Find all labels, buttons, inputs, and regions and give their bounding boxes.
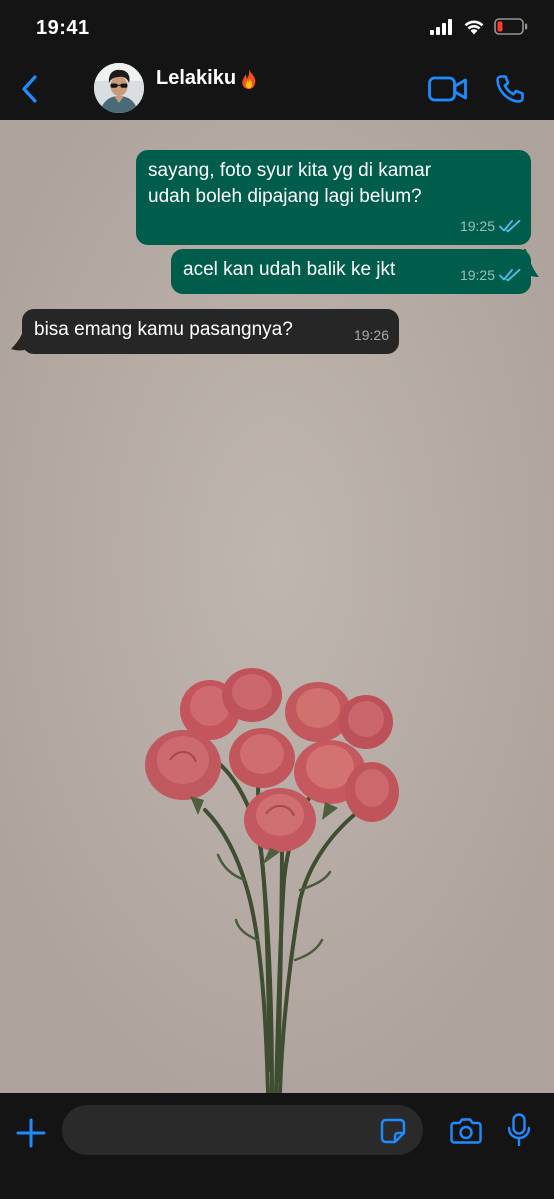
back-button[interactable] bbox=[16, 72, 46, 106]
message-meta: 19:25 bbox=[460, 262, 521, 288]
message-bubble-outgoing[interactable]: sayang, foto syur kita yg di kamar udah … bbox=[136, 150, 531, 245]
message-meta: 19:25 bbox=[460, 213, 521, 239]
chat-header: Lelakiku bbox=[0, 56, 554, 120]
chat-screen: 19:41 Lelakiku sayang, foto syur kita yg… bbox=[0, 0, 554, 1199]
video-camera-icon bbox=[428, 76, 467, 102]
camera-button[interactable] bbox=[450, 1117, 482, 1145]
camera-icon bbox=[450, 1118, 482, 1144]
contact-photo bbox=[94, 63, 144, 113]
message-time: 19:25 bbox=[459, 267, 495, 283]
contact-name-text: Lelakiku bbox=[156, 67, 237, 89]
voice-message-button[interactable] bbox=[507, 1113, 531, 1147]
bubble-tail-outgoing bbox=[524, 249, 539, 277]
chevron-left-icon bbox=[22, 75, 37, 103]
video-call-button[interactable] bbox=[428, 76, 468, 102]
voice-call-button[interactable] bbox=[494, 73, 526, 105]
status-bar: 19:41 bbox=[0, 0, 554, 56]
avatar[interactable] bbox=[94, 63, 144, 113]
fire-emoji-icon bbox=[238, 68, 260, 90]
plus-icon bbox=[16, 1118, 46, 1148]
sticker-button[interactable] bbox=[380, 1118, 406, 1144]
cellular-signal-icon bbox=[430, 18, 454, 40]
message-time: 19:26 bbox=[353, 327, 389, 343]
read-ticks-icon bbox=[499, 268, 521, 282]
message-bubble-outgoing[interactable]: acel kan udah balik ke jkt 19:25 bbox=[171, 249, 531, 294]
message-text: bisa emang kamu pasangnya? bbox=[34, 319, 293, 340]
sticker-icon bbox=[380, 1118, 406, 1144]
battery-low-icon bbox=[494, 18, 528, 40]
attach-button[interactable] bbox=[14, 1116, 48, 1150]
message-time: 19:25 bbox=[459, 218, 495, 234]
microphone-icon bbox=[507, 1113, 531, 1147]
status-icons bbox=[430, 18, 528, 40]
phone-icon bbox=[496, 75, 524, 103]
input-bar bbox=[0, 1093, 554, 1199]
status-time: 19:41 bbox=[36, 17, 90, 39]
contact-name[interactable]: Lelakiku bbox=[156, 67, 260, 90]
wifi-icon bbox=[463, 18, 485, 40]
message-meta: 19:26 bbox=[354, 322, 389, 348]
bubble-tail-incoming bbox=[11, 325, 27, 351]
message-input[interactable] bbox=[62, 1105, 423, 1155]
chat-area[interactable]: sayang, foto syur kita yg di kamar udah … bbox=[0, 120, 554, 1093]
message-text: sayang, foto syur kita yg di kamar udah … bbox=[148, 160, 432, 207]
read-ticks-icon bbox=[499, 219, 521, 233]
message-bubble-incoming[interactable]: bisa emang kamu pasangnya? 19:26 bbox=[22, 309, 399, 354]
